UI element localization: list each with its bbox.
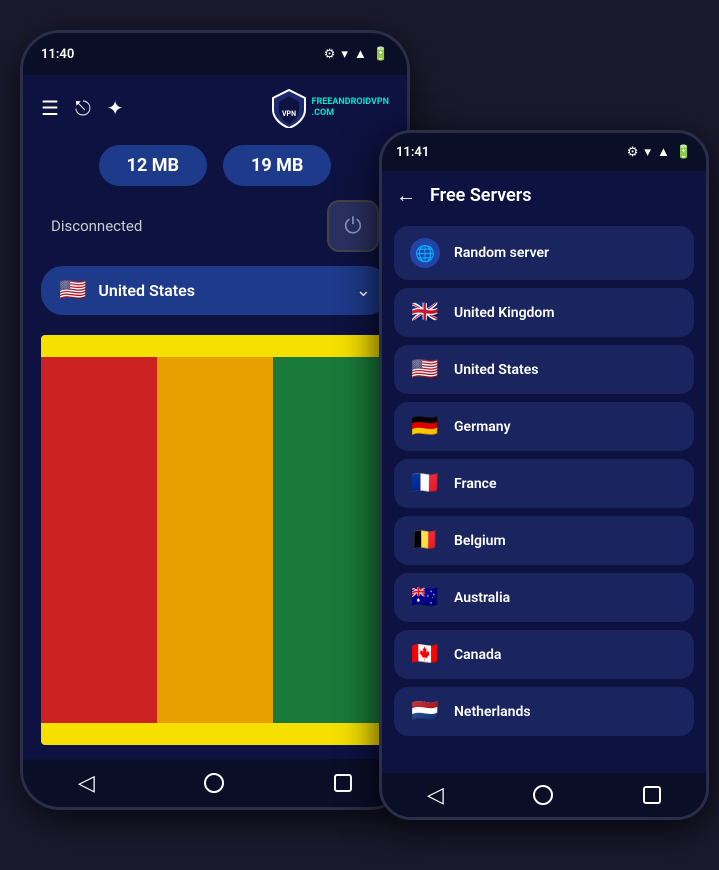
list-item[interactable]: 🌐 Random server bbox=[394, 226, 694, 280]
logo: VPN FREEANDROIDVPN .COM bbox=[270, 89, 389, 127]
wifi-icon: ▾ bbox=[341, 47, 348, 62]
server-list: 🌐 Random server 🇬🇧 United Kingdom 🇺🇸 Uni… bbox=[382, 220, 706, 773]
server-name: United Kingdom bbox=[454, 305, 555, 321]
ad-flag-red bbox=[41, 357, 157, 723]
star-icon[interactable]: ✦ bbox=[107, 96, 124, 120]
settings-icon: ⚙ bbox=[324, 47, 336, 62]
battery-icon: 🔋 bbox=[373, 47, 389, 62]
p2-recents-button[interactable] bbox=[643, 786, 661, 804]
list-item[interactable]: 🇳🇱 Netherlands bbox=[394, 687, 694, 736]
phone2: 11:41 ⚙ ▾ ▲ 🔋 ← Free Servers 🌐 Random se… bbox=[379, 130, 709, 820]
phone2-time: 11:41 bbox=[396, 145, 429, 160]
disconnect-label: Disconnected bbox=[51, 217, 142, 235]
recents-nav-button[interactable] bbox=[334, 774, 352, 792]
ad-flags bbox=[41, 357, 389, 723]
list-item[interactable]: 🇧🇪 Belgium bbox=[394, 516, 694, 565]
ad-flag-yellow bbox=[157, 357, 273, 723]
chevron-down-icon: ⌄ bbox=[356, 280, 371, 301]
logo-suffix: .COM bbox=[312, 108, 335, 118]
p2-wifi-icon: ▾ bbox=[644, 145, 651, 160]
server-name: Random server bbox=[454, 245, 549, 261]
server-name: Australia bbox=[454, 590, 510, 606]
server-list-title: Free Servers bbox=[430, 185, 531, 206]
flag-be: 🇧🇪 bbox=[410, 528, 440, 553]
ad-banner bbox=[41, 335, 389, 745]
phone1-status-bar: 11:40 ⚙ ▾ ▲ 🔋 bbox=[23, 33, 407, 75]
globe-icon: 🌐 bbox=[410, 238, 440, 268]
flag-ca: 🇨🇦 bbox=[410, 642, 440, 667]
toolbar: ☰ ⎋ ✦ VPN FREEANDROIDVPN .COM bbox=[41, 89, 389, 127]
flag-us: 🇺🇸 bbox=[410, 357, 440, 382]
phone2-status-bar: 11:41 ⚙ ▾ ▲ 🔋 bbox=[382, 133, 706, 171]
server-name: Belgium bbox=[454, 533, 506, 549]
power-button[interactable]: ⏻ bbox=[327, 200, 379, 252]
logo-shield: VPN bbox=[270, 89, 308, 127]
power-icon: ⏻ bbox=[344, 214, 361, 239]
logo-label: FREEANDROIDVPN .COM bbox=[312, 97, 389, 119]
svg-text:VPN: VPN bbox=[282, 110, 296, 118]
selected-country: United States bbox=[98, 281, 195, 300]
country-left: 🇺🇸 United States bbox=[59, 278, 195, 303]
back-arrow-button[interactable]: ← bbox=[396, 183, 416, 208]
flag-nl: 🇳🇱 bbox=[410, 699, 440, 724]
server-name: United States bbox=[454, 362, 538, 378]
logo-brand: FREE bbox=[312, 97, 333, 107]
p2-signal-icon: ▲ bbox=[657, 144, 670, 160]
flag-uk: 🇬🇧 bbox=[410, 300, 440, 325]
selected-flag: 🇺🇸 bbox=[59, 278, 86, 303]
stats-row: 12 MB 19 MB bbox=[41, 145, 389, 186]
disconnect-row: Disconnected ⏻ bbox=[41, 200, 389, 252]
p2-battery-icon: 🔋 bbox=[676, 145, 692, 160]
phone1-time: 11:40 bbox=[41, 47, 74, 62]
flag-fr: 🇫🇷 bbox=[410, 471, 440, 496]
ad-top-bar bbox=[41, 335, 389, 357]
scene: 11:40 ⚙ ▾ ▲ 🔋 ☰ ⎋ ✦ bbox=[0, 0, 719, 870]
flag-au: 🇦🇺 bbox=[410, 585, 440, 610]
phone1-nav-bar: ◁ bbox=[23, 759, 407, 807]
phone2-nav-bar: ◁ bbox=[382, 773, 706, 817]
home-nav-button[interactable] bbox=[204, 773, 224, 793]
country-selector[interactable]: 🇺🇸 United States ⌄ bbox=[41, 266, 389, 315]
ad-flag-green bbox=[273, 357, 389, 723]
phone2-status-icons: ⚙ ▾ ▲ 🔋 bbox=[627, 144, 692, 160]
list-item[interactable]: 🇦🇺 Australia bbox=[394, 573, 694, 622]
menu-icon[interactable]: ☰ bbox=[41, 96, 59, 120]
phone2-main: ← Free Servers 🌐 Random server 🇬🇧 United… bbox=[382, 171, 706, 773]
phone1-status-icons: ⚙ ▾ ▲ 🔋 bbox=[324, 46, 389, 62]
download-stat: 12 MB bbox=[99, 145, 207, 186]
server-name: Netherlands bbox=[454, 704, 531, 720]
flag-de: 🇩🇪 bbox=[410, 414, 440, 439]
list-item[interactable]: 🇬🇧 United Kingdom bbox=[394, 288, 694, 337]
logo-brand2: ANDROIDVPN bbox=[332, 97, 389, 107]
list-item[interactable]: 🇨🇦 Canada bbox=[394, 630, 694, 679]
server-header: ← Free Servers bbox=[382, 171, 706, 220]
phone1: 11:40 ⚙ ▾ ▲ 🔋 ☰ ⎋ ✦ bbox=[20, 30, 410, 810]
list-item[interactable]: 🇩🇪 Germany bbox=[394, 402, 694, 451]
p2-back-button[interactable]: ◁ bbox=[427, 783, 444, 808]
server-name: France bbox=[454, 476, 497, 492]
server-name: Canada bbox=[454, 647, 501, 663]
p2-settings-icon: ⚙ bbox=[627, 145, 639, 160]
toolbar-icons: ☰ ⎋ ✦ bbox=[41, 96, 124, 120]
back-nav-button[interactable]: ◁ bbox=[78, 771, 95, 796]
signal-icon: ▲ bbox=[354, 46, 367, 62]
p2-home-button[interactable] bbox=[533, 785, 553, 805]
phone1-main: ☰ ⎋ ✦ VPN FREEANDROIDVPN .COM bbox=[23, 75, 407, 759]
upload-stat: 19 MB bbox=[223, 145, 331, 186]
list-item[interactable]: 🇫🇷 France bbox=[394, 459, 694, 508]
server-name: Germany bbox=[454, 419, 511, 435]
list-item[interactable]: 🇺🇸 United States bbox=[394, 345, 694, 394]
share-icon[interactable]: ⎋ bbox=[75, 96, 91, 120]
ad-bottom-bar bbox=[41, 723, 389, 745]
